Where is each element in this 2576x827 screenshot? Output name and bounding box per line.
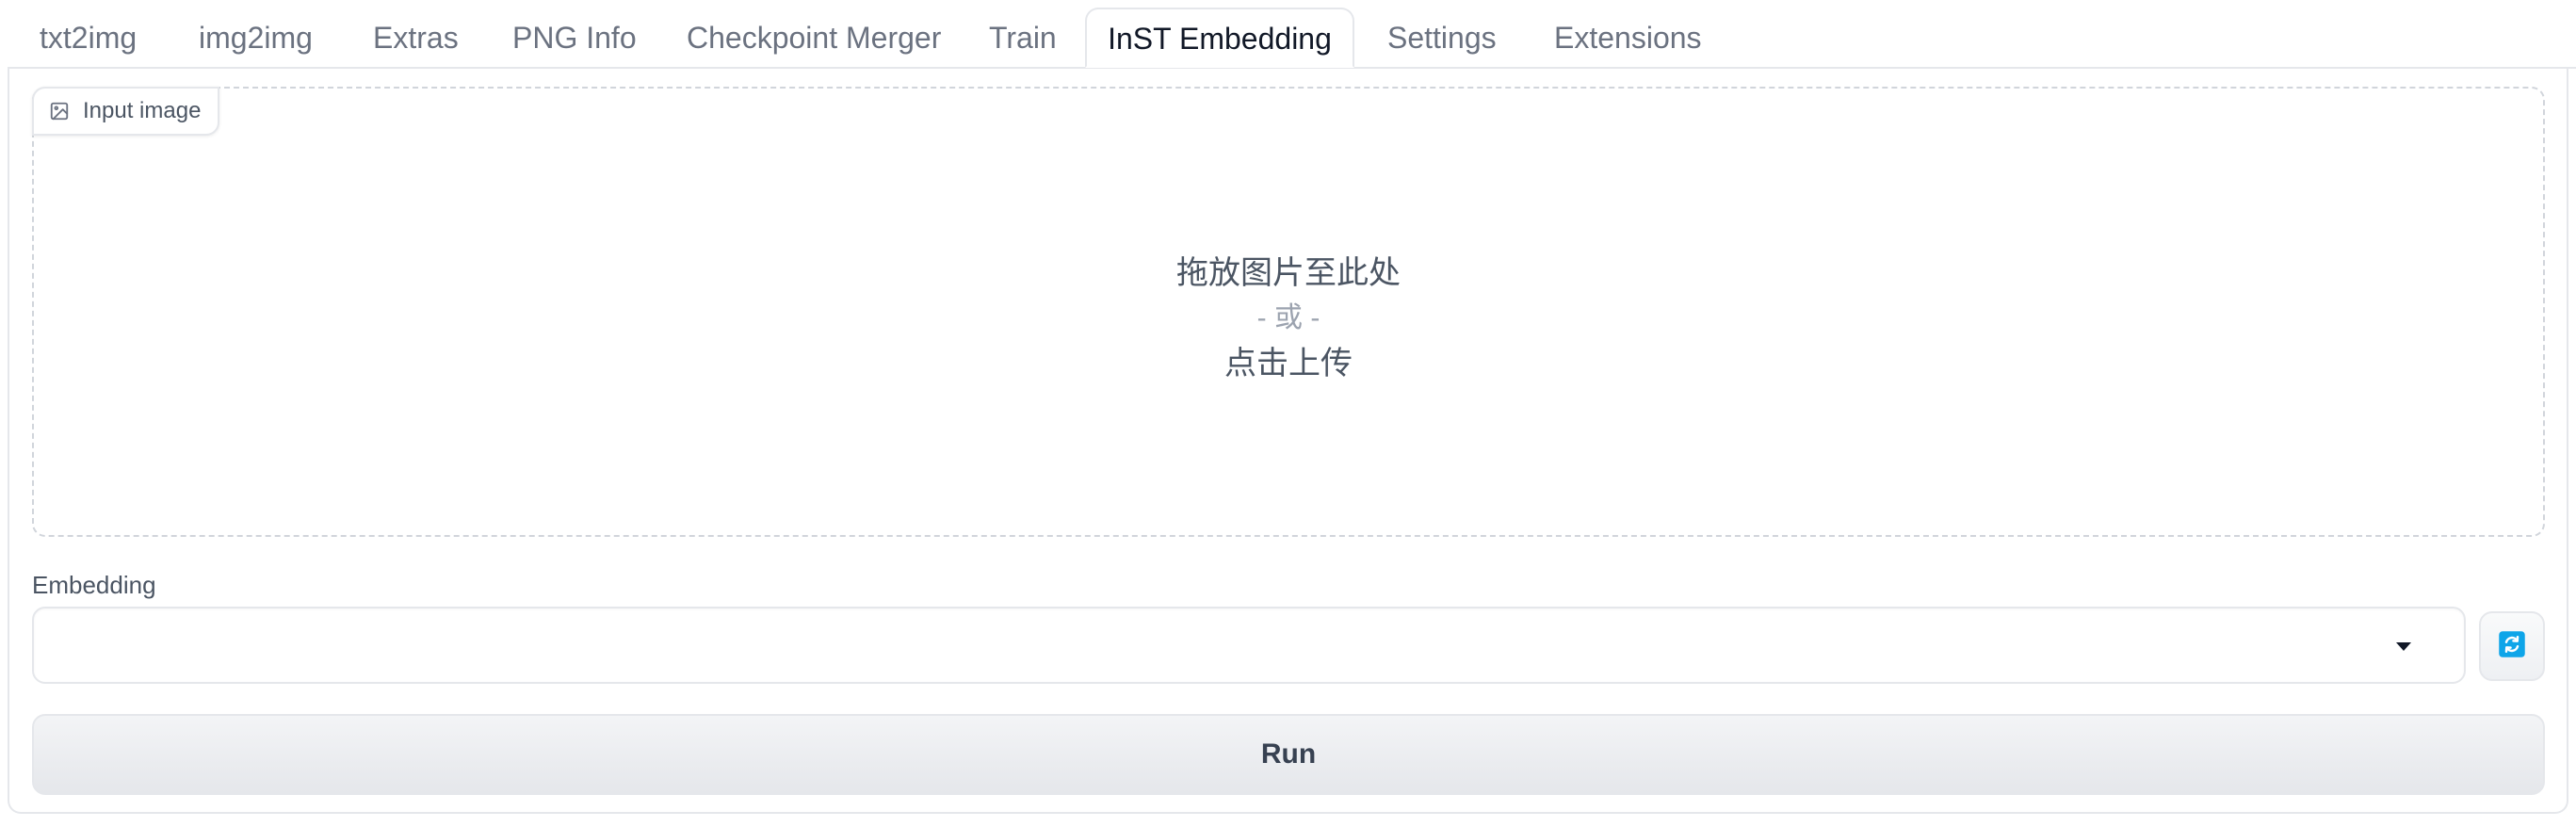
run-button[interactable]: Run xyxy=(32,714,2545,795)
tab-png-info[interactable]: PNG Info xyxy=(512,8,637,68)
embedding-label: Embedding xyxy=(32,571,156,599)
refresh-icon xyxy=(2498,630,2526,663)
image-icon xyxy=(49,101,70,122)
click-upload-text[interactable]: 点击上传 xyxy=(32,337,2545,383)
tab-extensions[interactable]: Extensions xyxy=(1554,8,1702,68)
chevron-down-icon xyxy=(2396,642,2411,651)
tab-inst-embedding[interactable]: InST Embedding xyxy=(1085,8,1354,68)
input-image-label: Input image xyxy=(32,87,220,136)
embedding-dropdown[interactable] xyxy=(32,607,2466,684)
tab-bar: txt2img img2img Extras PNG Info Checkpoi… xyxy=(0,0,2576,69)
tab-extras[interactable]: Extras xyxy=(373,8,459,68)
tab-img2img[interactable]: img2img xyxy=(199,8,313,68)
or-divider-text: - 或 - xyxy=(1256,302,1320,333)
drop-image-text: 拖放图片至此处 xyxy=(1176,255,1401,291)
tab-txt2img[interactable]: txt2img xyxy=(40,8,137,68)
input-image-label-text: Input image xyxy=(83,98,202,123)
tab-settings[interactable]: Settings xyxy=(1387,8,1497,68)
tab-train[interactable]: Train xyxy=(989,8,1057,68)
tab-checkpoint-merger[interactable]: Checkpoint Merger xyxy=(687,8,941,68)
refresh-embeddings-button[interactable] xyxy=(2479,611,2545,681)
